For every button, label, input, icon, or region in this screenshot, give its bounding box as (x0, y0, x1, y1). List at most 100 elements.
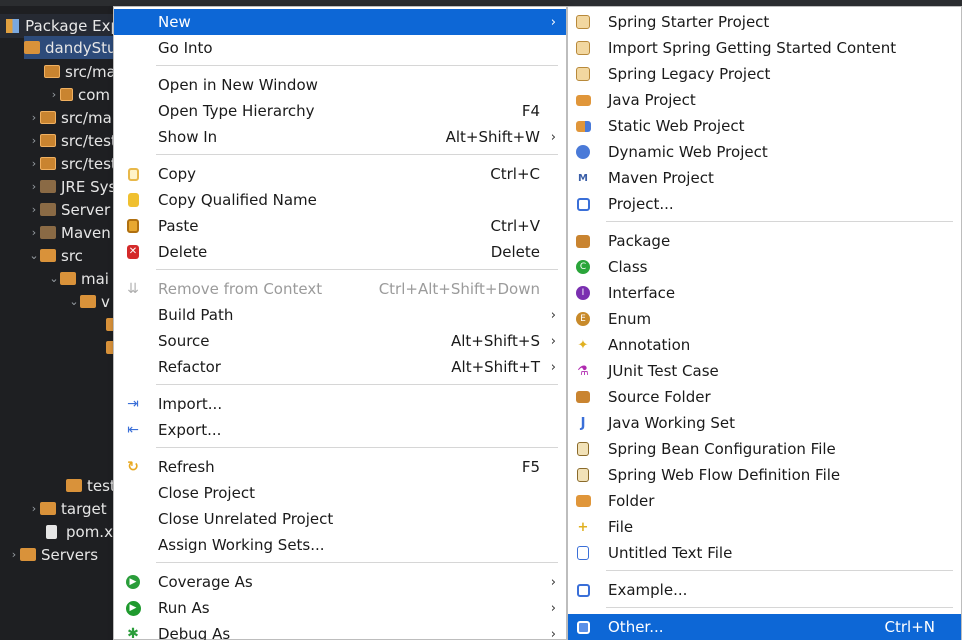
tree-item-test[interactable]: test (66, 474, 116, 497)
menu-item-assign-working-sets[interactable]: Assign Working Sets... (114, 532, 566, 558)
submenu-item-spring-starter-project[interactable]: Spring Starter Project (568, 9, 961, 35)
submenu-item-label: Enum (608, 310, 652, 328)
submenu-item-annotation[interactable]: ✦ Annotation (568, 332, 961, 358)
menu-item-open-type-hierarchy[interactable]: Open Type Hierarchy F4 (114, 98, 566, 124)
menu-item-debug-as[interactable]: ✱ Debug As › (114, 621, 566, 640)
submenu-item-untitled-text-file[interactable]: Untitled Text File (568, 540, 961, 566)
menu-item-label: Remove from Context (158, 280, 323, 298)
submenu-item-other[interactable]: Other... Ctrl+N (568, 614, 961, 640)
menu-item-show-in[interactable]: Show In Alt+Shift+W › (114, 124, 566, 150)
menu-item-go-into[interactable]: Go Into (114, 35, 566, 61)
menu-item-refactor[interactable]: Refactor Alt+Shift+T › (114, 354, 566, 380)
menu-item-shortcut: Alt+Shift+S (450, 332, 540, 350)
package-explorer-tab[interactable]: Package Exp (0, 14, 120, 38)
submenu-item-label: File (608, 518, 634, 536)
menu-item-coverage-as[interactable]: ▶ Coverage As › (114, 569, 566, 595)
menu-item-close-project[interactable]: Close Project (114, 480, 566, 506)
tree-item-src-main-java[interactable]: src/ma (44, 60, 116, 83)
submenu-item-spring-legacy-project[interactable]: Spring Legacy Project (568, 61, 961, 87)
folder-icon (40, 502, 56, 515)
chevron-right-icon[interactable]: › (28, 157, 40, 170)
submenu-item-folder[interactable]: Folder (568, 488, 961, 514)
tree-item-maven-deps[interactable]: › Maven (28, 221, 111, 244)
menu-item-close-unrelated-project[interactable]: Close Unrelated Project (114, 506, 566, 532)
tree-item-src[interactable]: ⌄ src (28, 244, 83, 267)
menu-item-open-new-window[interactable]: Open in New Window (114, 72, 566, 98)
menu-item-label: Assign Working Sets... (158, 536, 325, 554)
debug-bug-icon: ✱ (127, 626, 139, 640)
menu-item-label: Source (158, 332, 210, 350)
submenu-item-java-working-set[interactable]: J Java Working Set (568, 410, 961, 436)
menu-item-label: Refresh (158, 458, 215, 476)
menu-item-refresh[interactable]: ↻ Refresh F5 (114, 454, 566, 480)
submenu-item-example[interactable]: Example... (568, 577, 961, 603)
submenu-item-interface[interactable]: I Interface (568, 280, 961, 306)
chevron-down-icon[interactable]: ⌄ (28, 249, 40, 262)
menu-item-label: Refactor (158, 358, 221, 376)
submenu-item-import-spring-content[interactable]: Import Spring Getting Started Content (568, 35, 961, 61)
tree-item-label: src/test (61, 131, 117, 150)
menu-item-new[interactable]: New › (114, 9, 566, 35)
submenu-item-enum[interactable]: E Enum (568, 306, 961, 332)
tree-item-src-test-resources[interactable]: › src/test (28, 152, 117, 175)
menu-item-copy[interactable]: Copy Ctrl+C (114, 161, 566, 187)
tree-item-label: target (61, 499, 107, 518)
menu-item-label: Build Path (158, 306, 234, 324)
submenu-item-spring-web-flow[interactable]: Spring Web Flow Definition File (568, 462, 961, 488)
submenu-item-java-project[interactable]: Java Project (568, 87, 961, 113)
menu-item-copy-qualified-name[interactable]: Copy Qualified Name (114, 187, 566, 213)
folder-icon (40, 249, 56, 262)
chevron-right-icon[interactable]: › (28, 111, 40, 124)
submenu-item-class[interactable]: C Class (568, 254, 961, 280)
tree-item-src-main-resources[interactable]: › src/ma (28, 106, 112, 129)
tree-item-webapp[interactable]: ⌄ v (68, 290, 110, 313)
tree-item-target[interactable]: › target (28, 497, 107, 520)
menu-item-remove-from-context[interactable]: ⇊ Remove from Context Ctrl+Alt+Shift+Dow… (114, 276, 566, 302)
menu-item-delete[interactable]: ✕ Delete Delete (114, 239, 566, 265)
chevron-right-icon[interactable]: › (28, 180, 40, 193)
submenu-item-package[interactable]: Package (568, 228, 961, 254)
tree-item-src-test-java[interactable]: › src/test (28, 129, 117, 152)
menu-item-run-as[interactable]: ▶ Run As › (114, 595, 566, 621)
menu-item-import[interactable]: ⇥ Import... (114, 391, 566, 417)
submenu-item-file[interactable]: + File (568, 514, 961, 540)
tree-item-server-runtime[interactable]: › Server (28, 198, 110, 221)
menu-item-build-path[interactable]: Build Path › (114, 302, 566, 328)
tree-item-jre[interactable]: › JRE Sys (28, 175, 117, 198)
submenu-item-project[interactable]: Project... (568, 191, 961, 217)
paste-icon (124, 217, 142, 235)
folder-icon (60, 272, 76, 285)
submenu-item-dynamic-web-project[interactable]: Dynamic Web Project (568, 139, 961, 165)
submenu-item-static-web-project[interactable]: Static Web Project (568, 113, 961, 139)
tree-item-label: src/ma (61, 108, 112, 127)
tree-item-main[interactable]: ⌄ mai (48, 267, 109, 290)
menu-item-export[interactable]: ⇤ Export... (114, 417, 566, 443)
submenu-item-label: Dynamic Web Project (608, 143, 768, 161)
tree-item-com[interactable]: › com (48, 83, 110, 106)
chevron-right-icon[interactable]: › (28, 226, 40, 239)
source-folder-icon (40, 157, 56, 170)
submenu-item-source-folder[interactable]: Source Folder (568, 384, 961, 410)
chevron-right-icon[interactable]: › (28, 502, 40, 515)
chevron-right-icon[interactable]: › (28, 203, 40, 216)
submenu-item-label: Spring Web Flow Definition File (608, 466, 841, 484)
submenu-item-spring-bean-config[interactable]: Spring Bean Configuration File (568, 436, 961, 462)
menu-item-label: Delete (158, 243, 208, 261)
tree-item-project[interactable]: dandyStu (24, 36, 120, 59)
junit-icon: ⚗ (577, 363, 589, 379)
package-icon (574, 232, 592, 250)
chevron-down-icon[interactable]: ⌄ (48, 272, 60, 285)
chevron-right-icon[interactable]: › (8, 548, 20, 561)
java-project-icon (574, 91, 592, 109)
menu-item-paste[interactable]: Paste Ctrl+V (114, 213, 566, 239)
chevron-right-icon[interactable]: › (28, 134, 40, 147)
chevron-right-icon[interactable]: › (48, 88, 60, 101)
chevron-down-icon[interactable]: ⌄ (68, 295, 80, 308)
tree-item-servers[interactable]: › Servers (8, 543, 98, 566)
submenu-item-junit-test-case[interactable]: ⚗ JUnit Test Case (568, 358, 961, 384)
menu-item-source[interactable]: Source Alt+Shift+S › (114, 328, 566, 354)
menu-item-label: Import... (158, 395, 223, 413)
tree-item-label: Servers (41, 545, 99, 564)
submenu-item-maven-project[interactable]: M Maven Project (568, 165, 961, 191)
menu-separator (156, 269, 558, 270)
